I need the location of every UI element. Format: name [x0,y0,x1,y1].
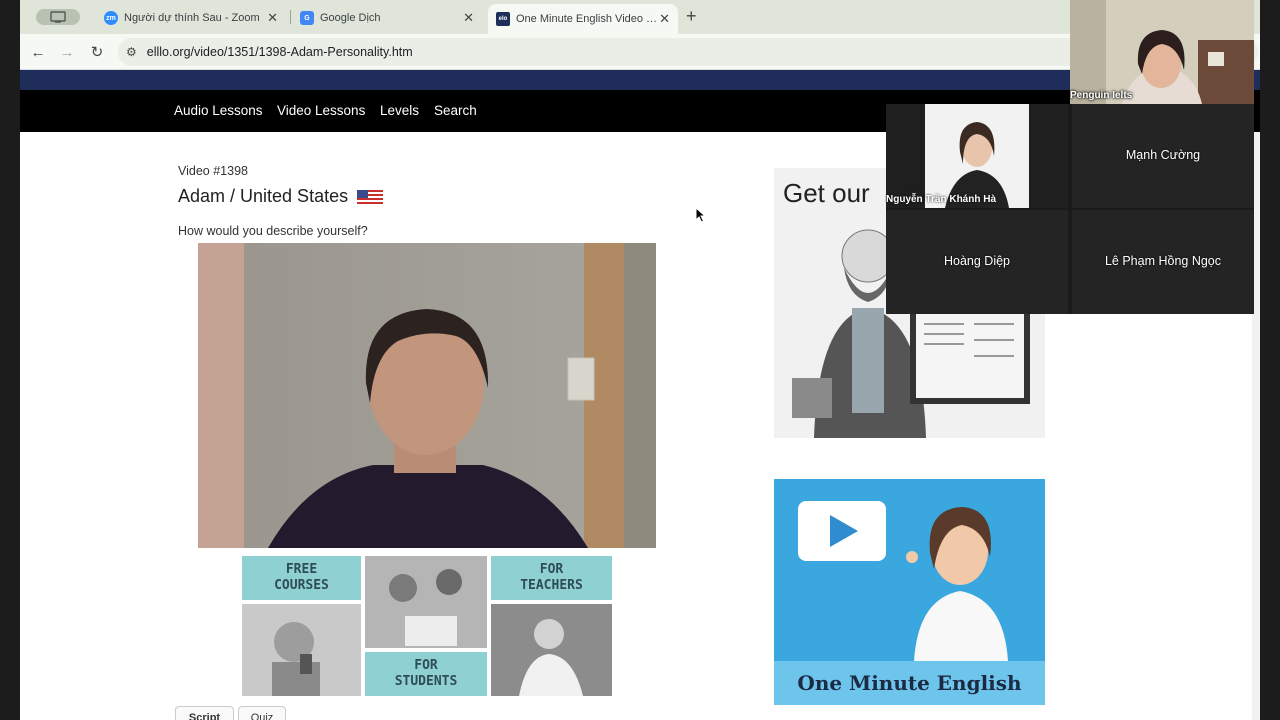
participant-tile[interactable]: Mạnh Cường [1072,104,1254,208]
url-text: elllo.org/video/1351/1398-Adam-Personali… [146,45,413,59]
participant-name: Nguyễn Trần Khánh Hà [886,194,997,205]
participant-name: Hoàng Diệp [943,254,1010,268]
self-video-frame [1070,0,1254,104]
ad-headline: One Minute English [774,661,1045,705]
promo-text: COURSES [274,578,329,593]
promo-text: FOR [414,658,438,673]
us-flag-icon [357,189,384,204]
tab-search-icon [50,11,66,23]
participant-name: Lê Phạm Hồng Ngọc [1104,254,1222,268]
nav-video-lessons[interactable]: Video Lessons [277,103,365,118]
reload-icon[interactable]: ↻ [86,41,108,63]
teacher-photo [491,604,612,696]
site-settings-icon[interactable]: ⚙ [126,45,137,59]
tab-quiz[interactable]: Quiz [238,706,286,720]
google-translate-icon: G [300,11,314,25]
tab-label: One Minute English Video #1398 [516,13,658,25]
participant-tile[interactable]: Lê Phạm Hồng Ngọc [1072,210,1254,314]
video-frame [198,243,656,548]
close-tab-icon[interactable]: ✕ [267,10,278,26]
new-tab-icon[interactable]: + [686,6,697,27]
back-icon[interactable]: ← [27,41,49,63]
self-video[interactable] [1070,0,1254,104]
nav-audio-lessons[interactable]: Audio Lessons [174,103,263,118]
for-students-label[interactable]: FOR STUDENTS [365,652,487,696]
promo-text: TEACHERS [520,578,583,593]
one-minute-english-ad[interactable]: One Minute English [774,479,1045,705]
page-title-text: Adam / United States [178,186,349,206]
tab-label: Google Dịch [320,12,381,24]
participant-tile[interactable]: Nguyễn Trần Khánh Hà [886,104,1068,208]
zoom-icon: zm [104,11,118,25]
participant-video [925,104,1029,208]
tab-google-translate[interactable]: G Google Dịch ✕ [292,4,482,32]
mouse-cursor-icon [695,207,707,223]
video-number: Video #1398 [178,164,248,178]
zoom-gallery: Nguyễn Trần Khánh Hà Mạnh Cường Hoàng Di… [886,104,1254,314]
promo-banner[interactable]: FREE COURSES FOR STUDENTS FOR TEACHERS [242,556,612,698]
promo-text: STUDENTS [394,674,458,689]
presenter-illustration [906,507,1008,661]
participant-name: Mạnh Cường [1125,148,1201,162]
lesson-question: How would you describe yourself? [178,224,368,238]
promo-text: FREE [285,562,318,577]
nav-search[interactable]: Search [434,103,477,118]
forward-icon[interactable]: → [56,41,78,63]
close-tab-icon[interactable]: ✕ [659,11,670,27]
for-teachers-label[interactable]: FOR TEACHERS [491,556,612,600]
nav-levels[interactable]: Levels [380,103,419,118]
tab-zoom[interactable]: zm Người dự thính Sau - Zoom ✕ [96,4,286,32]
tab-script[interactable]: Script [175,706,234,720]
girl-phone-photo [242,604,361,696]
tab-search-button[interactable] [36,9,80,25]
tab-separator [290,10,291,24]
tab-elllo[interactable]: elo One Minute English Video #1398 ✕ [488,4,678,34]
promo-text: FOR [539,562,564,577]
close-tab-icon[interactable]: ✕ [463,10,474,26]
self-name: Penguin Ielts [1070,90,1133,101]
video-player[interactable] [198,243,656,548]
participant-tile[interactable]: Hoàng Diệp [886,210,1068,314]
kids-laptop-photo [365,556,487,648]
free-courses-label[interactable]: FREE COURSES [242,556,361,600]
page-title: Adam / United States [178,186,384,207]
elllo-icon: elo [496,12,510,26]
tab-label: Người dự thính Sau - Zoom [124,12,260,24]
